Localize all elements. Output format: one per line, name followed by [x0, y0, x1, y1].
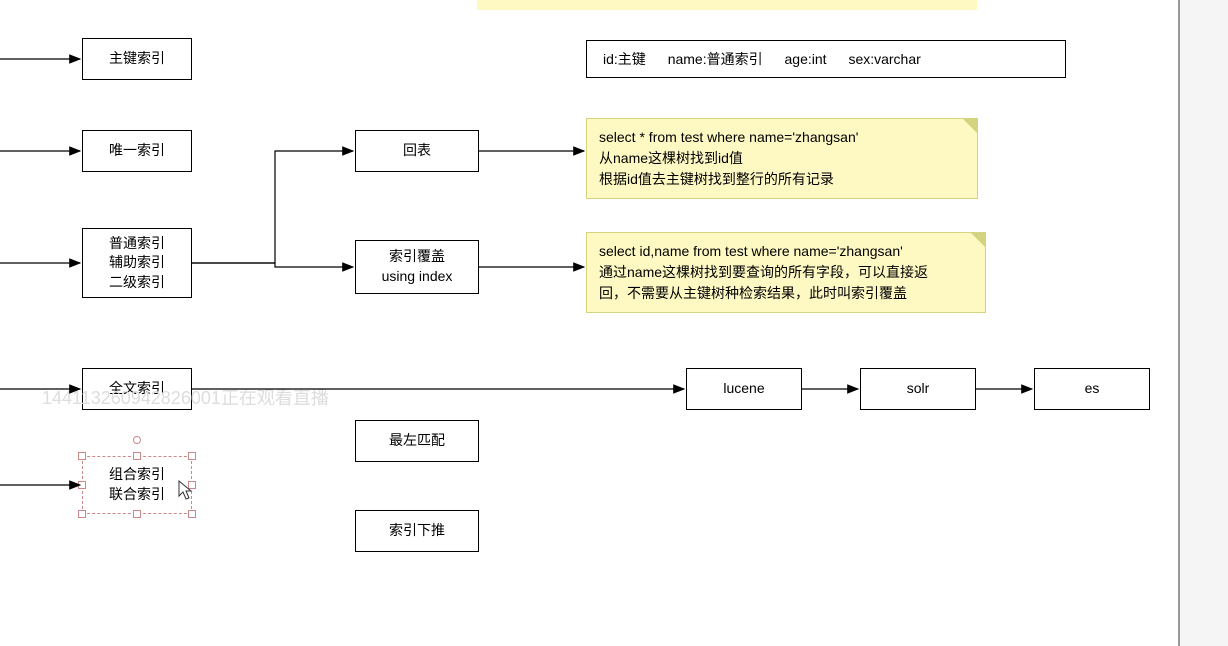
box-back-to-table[interactable]: 回表 — [355, 130, 479, 172]
note-line: 回，不需要从主键树种检索结果，此时叫索引覆盖 — [599, 283, 973, 304]
note-partial-top — [477, 0, 977, 10]
box-primary-index[interactable]: 主键索引 — [82, 38, 192, 80]
label: 最左匹配 — [389, 431, 445, 451]
resize-handle-se[interactable] — [188, 510, 196, 518]
label: 索引下推 — [389, 521, 445, 541]
diagram-canvas: 主键索引 唯一索引 普通索引 辅助索引 二级索引 全文索引 组合索引 联合索引 … — [0, 0, 1180, 646]
box-solr[interactable]: solr — [860, 368, 976, 410]
schema-name: name:普通索引 — [668, 51, 763, 67]
box-es[interactable]: es — [1034, 368, 1150, 410]
resize-handle-ne[interactable] — [188, 452, 196, 460]
rotate-handle[interactable] — [133, 436, 141, 444]
note-line: select * from test where name='zhangsan' — [599, 127, 965, 148]
label: lucene — [723, 379, 764, 399]
schema-id: id:主键 — [603, 51, 646, 67]
note-line: select id,name from test where name='zha… — [599, 241, 973, 262]
note-line: 从name这棵树找到id值 — [599, 148, 965, 169]
resize-handle-sw[interactable] — [78, 510, 86, 518]
resize-handle-w[interactable] — [78, 481, 86, 489]
box-leftmost-match[interactable]: 最左匹配 — [355, 420, 479, 462]
note-line: 通过name这棵树找到要查询的所有字段，可以直接返 — [599, 262, 973, 283]
schema-sex: sex:varchar — [848, 51, 920, 67]
connectors — [0, 0, 1180, 646]
label: 普通索引 辅助索引 二级索引 — [109, 234, 165, 293]
resize-handle-s[interactable] — [133, 510, 141, 518]
label: 全文索引 — [109, 379, 165, 399]
note-line: 根据id值去主键树找到整行的所有记录 — [599, 169, 965, 190]
label: 回表 — [403, 141, 431, 161]
note-back-to-table[interactable]: select * from test where name='zhangsan'… — [586, 118, 978, 199]
box-fulltext-index[interactable]: 全文索引 — [82, 368, 192, 410]
box-index-pushdown[interactable]: 索引下推 — [355, 510, 479, 552]
box-index-covering[interactable]: 索引覆盖 using index — [355, 240, 479, 294]
box-lucene[interactable]: lucene — [686, 368, 802, 410]
label: 索引覆盖 using index — [382, 247, 453, 286]
resize-handle-nw[interactable] — [78, 452, 86, 460]
schema-age: age:int — [785, 51, 827, 67]
label: solr — [907, 379, 930, 399]
label: 唯一索引 — [109, 141, 165, 161]
resize-handle-e[interactable] — [188, 481, 196, 489]
label: 主键索引 — [109, 49, 165, 69]
resize-handle-n[interactable] — [133, 452, 141, 460]
box-composite-index-selected[interactable]: 组合索引 联合索引 — [82, 456, 192, 514]
label: 组合索引 联合索引 — [109, 465, 165, 504]
schema-box[interactable]: id:主键 name:普通索引 age:int sex:varchar — [586, 40, 1066, 78]
box-unique-index[interactable]: 唯一索引 — [82, 130, 192, 172]
label: es — [1085, 379, 1100, 399]
box-secondary-index[interactable]: 普通索引 辅助索引 二级索引 — [82, 228, 192, 298]
note-index-covering[interactable]: select id,name from test where name='zha… — [586, 232, 986, 313]
